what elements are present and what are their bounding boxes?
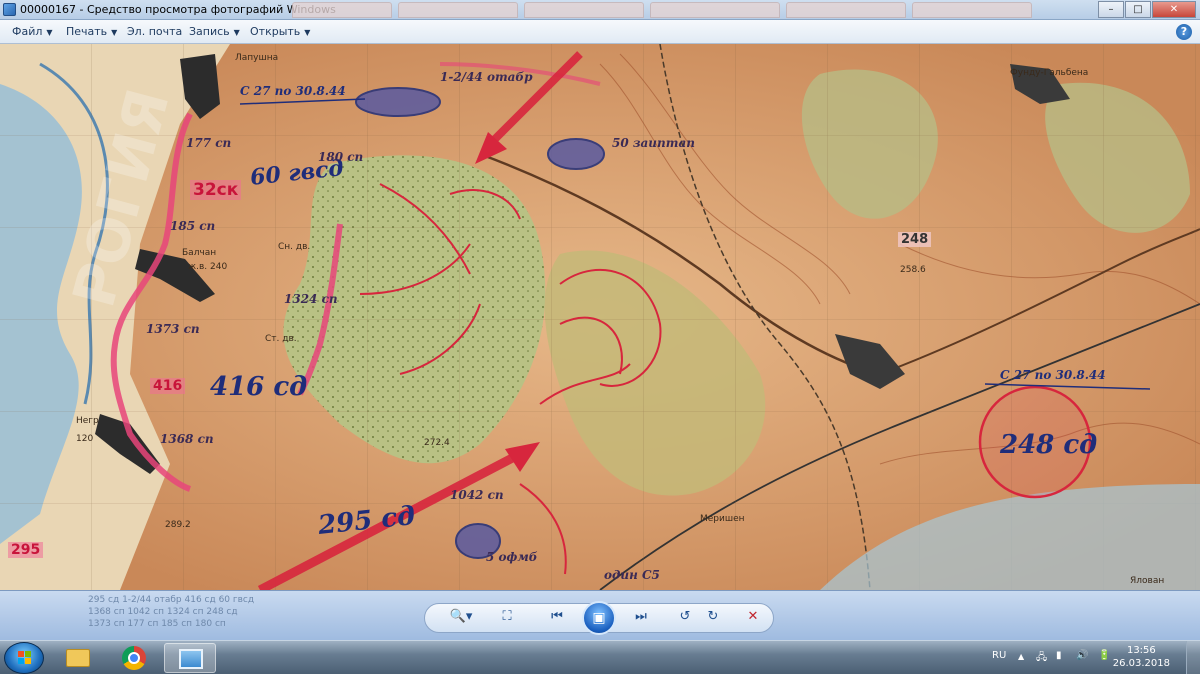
zoom-button[interactable]: 🔍▾ — [444, 607, 478, 627]
unit-label-416-sd: 416 сд — [210, 372, 308, 402]
menu-print[interactable]: Печать ▼ — [66, 25, 117, 38]
menu-bar: Файл ▼ Печать ▼ Эл. почта Запись ▼ Открыть ▼… — [0, 20, 1200, 44]
taskbar-app-photo-viewer[interactable] — [164, 643, 216, 673]
clock-time: 13:56 — [1126, 645, 1156, 656]
slideshow-button[interactable]: ▣ — [582, 601, 616, 635]
clock[interactable]: 13:56 26.03.2018 — [1113, 644, 1170, 670]
tray-expand-icon[interactable]: ▲ — [1018, 652, 1024, 661]
height-label: 120 — [76, 434, 94, 444]
chevron-down-icon: ▼ — [46, 28, 53, 37]
place-negr: Негр — [76, 416, 99, 426]
signal-icon[interactable]: ▮ — [1056, 650, 1062, 661]
help-icon[interactable]: ? — [1176, 24, 1192, 40]
photo-viewer-app-icon — [3, 3, 16, 16]
regiment-label: 185 сп — [170, 219, 216, 233]
taskbar-app-explorer[interactable] — [52, 643, 104, 673]
folder-icon — [66, 649, 90, 667]
fit-to-window-button[interactable]: ⛶ — [496, 607, 518, 627]
viewer-control-bar: 295 сд 1-2/44 отабр 416 сд 60 гвсд 1368 … — [0, 590, 1200, 640]
regiment-label: 50 заиптап — [612, 136, 695, 150]
unit-box-32sk: 32ск — [190, 180, 242, 200]
taskbar: RU ▲ 🖧 ▮ 🔊 🔋 13:56 26.03.2018 — [0, 640, 1200, 674]
menu-burn-label: Запись — [189, 25, 230, 38]
menu-file[interactable]: Файл ▼ — [12, 25, 53, 38]
menu-open[interactable]: Открыть ▼ — [250, 25, 310, 38]
taskbar-app-chrome[interactable] — [108, 643, 160, 673]
place-balchan: Балчан — [182, 248, 217, 258]
windows-logo-icon — [18, 651, 32, 665]
place-fundu-galbena: Фунду-Гальбена — [1010, 68, 1089, 78]
regiment-label: 180 сп — [318, 150, 364, 164]
background-window-tab[interactable] — [912, 2, 1032, 18]
height-label: 258.6 — [900, 265, 926, 275]
menu-email[interactable]: Эл. почта — [127, 25, 182, 38]
height-label: Сн. дв. — [278, 242, 311, 252]
maximize-button[interactable]: □ — [1125, 1, 1151, 18]
minimize-button[interactable]: – — [1098, 1, 1124, 18]
window-title: 00000167 - Средство просмотра фотографий… — [20, 3, 336, 16]
regiment-label: 1-2/44 отабр — [440, 70, 533, 84]
photo-viewer-icon — [179, 649, 203, 669]
close-button[interactable]: ✕ — [1152, 1, 1196, 18]
height-label: 289.2 — [165, 520, 191, 530]
faded-text: 1368 сп 1042 сп 1324 сп 248 сд — [88, 607, 238, 617]
background-window-tab[interactable] — [398, 2, 518, 18]
unit-box-248: 248 — [898, 232, 932, 247]
next-button[interactable]: ⏭ — [630, 607, 652, 627]
date-annotation: С 27 по 30.8.44 — [240, 84, 346, 98]
rotate-cw-button[interactable]: ↻ — [702, 607, 724, 627]
regiment-label: 177 сп — [186, 136, 232, 150]
unit-box-295: 295 — [8, 542, 44, 558]
place-ialoveni: Ялован — [1130, 576, 1165, 586]
language-indicator[interactable]: RU — [992, 650, 1006, 661]
menu-print-label: Печать — [66, 25, 108, 38]
chevron-down-icon: ▼ — [233, 28, 240, 37]
height-label: 272.4 — [424, 438, 450, 448]
network-icon[interactable]: 🖧 — [1036, 650, 1047, 667]
place-merishen: Меришен — [700, 514, 745, 524]
volume-icon[interactable]: 🔊 — [1076, 650, 1088, 661]
chrome-icon — [122, 646, 146, 670]
window-controls: – □ ✕ — [1098, 1, 1196, 18]
menu-open-label: Открыть — [250, 25, 301, 38]
background-window-tab[interactable] — [650, 2, 780, 18]
previous-button[interactable]: ⏮ — [546, 607, 568, 627]
regiment-label: 1368 сп — [160, 432, 214, 446]
title-bar: 00000167 - Средство просмотра фотографий… — [0, 0, 1200, 20]
chevron-down-icon: ▼ — [111, 28, 118, 37]
menu-email-label: Эл. почта — [127, 25, 183, 38]
height-label: Ст. дв. — [265, 334, 297, 344]
faded-text: 295 сд 1-2/44 отабр 416 сд 60 гвсд — [88, 595, 255, 605]
chevron-down-icon: ▼ — [304, 28, 311, 37]
date-annotation: С 27 по 30.8.44 — [1000, 368, 1106, 382]
power-icon[interactable]: 🔋 — [1098, 650, 1110, 661]
place-lapushna: Лапушна — [235, 53, 279, 63]
rotate-ccw-button[interactable]: ↺ — [674, 607, 696, 627]
clock-date: 26.03.2018 — [1112, 658, 1170, 669]
background-window-tab[interactable] — [524, 2, 644, 18]
unit-box-416: 416 — [150, 378, 186, 394]
map-image — [0, 44, 1200, 590]
menu-burn[interactable]: Запись ▼ — [189, 25, 240, 38]
regiment-label: 5 офмб — [486, 550, 538, 564]
height-label: ж.в. 240 — [188, 262, 228, 272]
delete-button[interactable]: ✕ — [742, 607, 764, 627]
show-desktop-button[interactable] — [1186, 641, 1200, 674]
regiment-label: один С5 — [604, 568, 660, 582]
menu-file-label: Файл — [12, 25, 43, 38]
regiment-label: 1042 сп — [450, 488, 504, 502]
background-window-tab[interactable] — [786, 2, 906, 18]
regiment-label: 1324 сп — [284, 292, 338, 306]
faded-text: 1373 сп 177 сп 185 сп 180 сп — [88, 619, 226, 629]
regiment-label: 1373 сп — [146, 322, 200, 336]
unit-label-248-sd: 248 сд — [1000, 430, 1098, 460]
background-window-tab[interactable] — [292, 2, 392, 18]
start-button[interactable] — [4, 642, 44, 674]
photo-canvas[interactable]: РОГИЯ Лапушна Балчан Негр Фунду-Гальбена… — [0, 44, 1200, 590]
